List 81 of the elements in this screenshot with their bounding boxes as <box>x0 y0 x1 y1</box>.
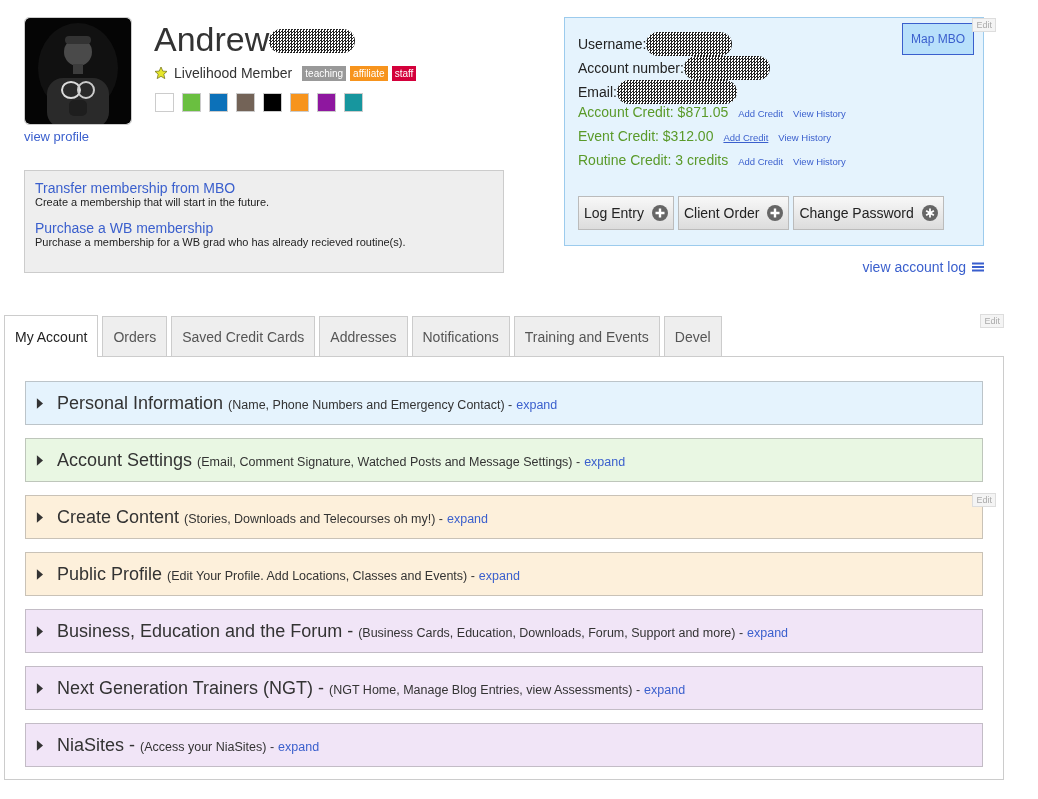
credit-amount: Account Credit: $871.05 <box>578 104 729 120</box>
credit-amount: Routine Credit: 3 credits <box>578 152 729 168</box>
role-tag: affiliate <box>350 65 388 81</box>
membership-description: Create a membership that will start in the future. <box>35 196 271 208</box>
expand-triangle-icon <box>36 568 43 580</box>
expand-link[interactable]: expand <box>478 555 520 597</box>
expand-triangle-icon <box>36 511 43 523</box>
tab[interactable]: Training and Events <box>513 316 660 356</box>
color-swatch[interactable] <box>317 93 336 112</box>
field-label: Username: <box>578 36 647 52</box>
expand-triangle-icon <box>36 682 43 694</box>
collapsible-section[interactable]: Public Profile (Edit Your Profile. Add Locations, Classes and Events) - expand <box>25 552 983 596</box>
credit-link[interactable]: View History <box>793 156 846 167</box>
plus-icon <box>767 205 784 221</box>
section-description: (Stories, Downloads and Telecourses oh my!) - <box>184 511 443 528</box>
color-swatch[interactable] <box>155 93 174 112</box>
view-account-log-link[interactable]: view account log <box>862 259 966 275</box>
expand-triangle-icon <box>36 397 43 409</box>
field-label: Email: <box>578 84 617 100</box>
credit-link[interactable]: Add Credit <box>723 132 769 143</box>
section-title: Personal Information <box>57 392 224 415</box>
credit-link[interactable]: Add Credit <box>738 156 784 167</box>
role-tag: teaching <box>302 65 347 81</box>
section-description: (Access your NiaSites) - <box>140 739 275 756</box>
expand-triangle-icon <box>36 454 43 466</box>
section-description: (Email, Comment Signature, Watched Posts and Message Settings) - <box>197 454 581 471</box>
expand-triangle-icon <box>36 739 43 751</box>
field-label: Account number: <box>578 60 684 76</box>
membership-level: Livelihood Member <box>174 65 293 81</box>
member-name: Andrew <box>154 19 270 59</box>
section-title: NiaSites - <box>57 734 136 757</box>
collapsible-section[interactable]: Personal Information (Name, Phone Numbers and Emergency Contact) - expand <box>25 381 983 425</box>
star-icon <box>154 66 168 80</box>
section-title: Create Content <box>57 506 180 529</box>
action-button[interactable]: Client Order <box>677 196 790 230</box>
section-description: (Name, Phone Numbers and Emergency Contact) - <box>228 397 513 414</box>
plus-icon <box>651 205 668 221</box>
membership-description: Purchase a membership for a WB grad who has already recieved routine(s). <box>35 236 407 248</box>
menu-icon[interactable] <box>972 262 984 272</box>
expand-link[interactable]: expand <box>447 498 488 540</box>
color-swatch[interactable] <box>182 93 201 112</box>
map-mbo-button[interactable]: Map MBO <box>902 23 974 55</box>
tab[interactable]: Addresses <box>319 316 408 356</box>
credit-link[interactable]: View History <box>793 108 846 119</box>
section-title: Business, Education and the Forum - <box>57 620 354 643</box>
membership-link[interactable]: Purchase a WB membership <box>35 220 214 236</box>
asterisk-icon <box>921 205 938 221</box>
credit-link[interactable]: View History <box>778 132 831 143</box>
color-swatch[interactable] <box>263 93 282 112</box>
tab[interactable]: Orders <box>102 316 168 356</box>
expand-link[interactable]: expand <box>747 612 789 654</box>
section-title: Public Profile <box>57 563 163 586</box>
role-tag: staff <box>391 65 417 81</box>
membership-link[interactable]: Transfer membership from MBO <box>35 180 236 196</box>
section-title: Next Generation Trainers (NGT) - <box>57 677 325 700</box>
tab[interactable]: Notifications <box>411 316 510 356</box>
credit-amount: Event Credit: $312.00 <box>578 128 714 144</box>
section-description: (Business Cards, Education, Downloads, Forum, Support and more) - <box>358 625 744 642</box>
action-button[interactable]: Log Entry <box>578 196 674 230</box>
color-swatch[interactable] <box>344 93 363 112</box>
color-swatch[interactable] <box>209 93 228 112</box>
color-swatch[interactable] <box>236 93 255 112</box>
collapsible-section[interactable]: Account Settings (Email, Comment Signature, Watched Posts and Message Settings) - expand <box>25 438 983 482</box>
view-profile-link[interactable]: view profile <box>24 129 90 144</box>
expand-link[interactable]: expand <box>516 384 558 426</box>
expand-triangle-icon <box>36 625 43 637</box>
section-description: (NGT Home, Manage Blog Entries, view Assessments) - <box>329 682 641 699</box>
expand-link[interactable]: expand <box>278 726 320 768</box>
tab[interactable]: Saved Credit Cards <box>171 316 316 356</box>
collapsible-section[interactable]: NiaSites - (Access your NiaSites) - expand <box>25 723 983 767</box>
collapsible-section[interactable]: Next Generation Trainers (NGT) - (NGT Home, Manage Blog Entries, view Assessments) - expand <box>25 666 983 710</box>
expand-link[interactable]: expand <box>644 669 686 711</box>
expand-link[interactable]: expand <box>584 441 626 483</box>
color-swatch[interactable] <box>290 93 309 112</box>
section-title: Account Settings <box>57 449 193 472</box>
action-button[interactable]: Change Password <box>793 196 944 230</box>
tab[interactable]: My Account <box>4 315 99 357</box>
tab[interactable]: Devel <box>663 316 722 356</box>
section-description: (Edit Your Profile. Add Locations, Classes and Events) - <box>167 568 475 585</box>
collapsible-section[interactable]: Business, Education and the Forum - (Business Cards, Education, Downloads, Forum, Support and more) - expand <box>25 609 983 653</box>
credit-link[interactable]: Add Credit <box>738 108 784 119</box>
